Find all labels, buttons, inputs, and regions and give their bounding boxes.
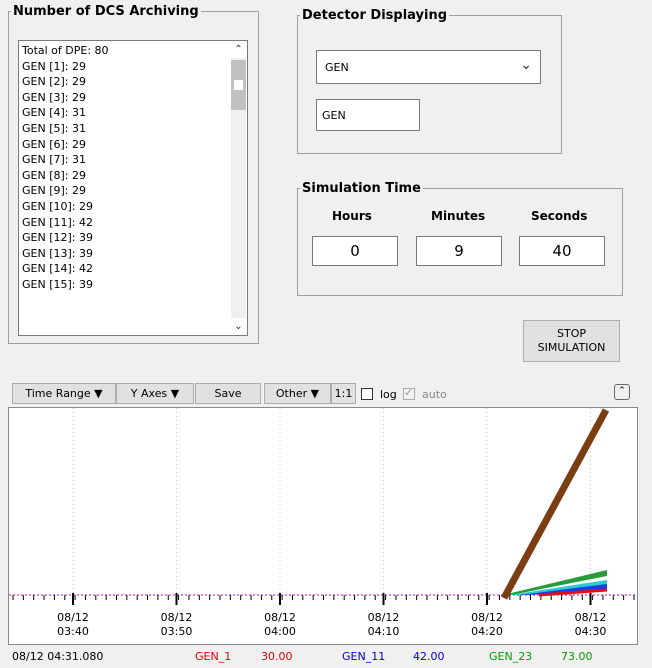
- dropdown-arrow-icon: ▼: [170, 387, 180, 400]
- detector-select[interactable]: GEN ⌄: [316, 50, 541, 84]
- chevron-down-icon[interactable]: ⌄: [520, 57, 532, 73]
- dpe-list-item[interactable]: GEN [10]: 29: [22, 199, 109, 215]
- log-checkbox[interactable]: [361, 388, 373, 400]
- hours-label: Hours: [332, 209, 372, 223]
- dpe-list-item[interactable]: GEN [15]: 39: [22, 277, 109, 293]
- dpe-list-item[interactable]: GEN [8]: 29: [22, 168, 109, 184]
- status-name-gen-11: GEN_11: [342, 650, 386, 663]
- dpe-list-item[interactable]: GEN [4]: 31: [22, 105, 109, 121]
- detector-text-field[interactable]: GEN: [316, 99, 420, 131]
- x-tick-time: 03:40: [57, 625, 89, 638]
- dpe-list-item[interactable]: GEN [11]: 42: [22, 215, 109, 231]
- scroll-up-icon[interactable]: ⌃: [230, 41, 247, 58]
- x-tick-time: 03:50: [161, 625, 193, 638]
- detector-text-value: GEN: [322, 109, 346, 122]
- dropdown-arrow-icon: ▼: [94, 387, 103, 400]
- one-to-one-button[interactable]: 1:1: [331, 383, 356, 404]
- status-name-gen-1: GEN_1: [195, 650, 232, 663]
- dpe-list-item[interactable]: GEN [13]: 39: [22, 246, 109, 262]
- trend-chart-svg: 08/1203:4008/1203:5008/1204:0008/1204:10…: [9, 408, 637, 638]
- archiving-title: Number of DCS Archiving: [13, 4, 199, 19]
- dpe-list-item[interactable]: GEN [14]: 42: [22, 261, 109, 277]
- dpe-list-item[interactable]: GEN [6]: 29: [22, 137, 109, 153]
- hours-field[interactable]: 0: [312, 236, 398, 266]
- minutes-label: Minutes: [431, 209, 486, 223]
- status-value-gen-23: 73.00: [561, 650, 593, 663]
- dpe-list-item[interactable]: GEN [5]: 31: [22, 121, 109, 137]
- collapse-toolbar-icon[interactable]: ⌃: [614, 384, 630, 400]
- dpe-items: Total of DPE: 80 GEN [1]: 29 GEN [2]: 29 GE…: [22, 43, 109, 293]
- dpe-list-item[interactable]: Total of DPE: 80: [22, 43, 109, 59]
- x-tick-date: 08/12: [161, 611, 193, 624]
- seconds-field[interactable]: 40: [519, 236, 605, 266]
- one-to-one-label: 1:1: [334, 387, 353, 400]
- status-value-gen-11: 42.00: [413, 650, 445, 663]
- status-value-gen-1: 30.00: [261, 650, 293, 663]
- x-tick-time: 04:00: [264, 625, 296, 638]
- other-button[interactable]: Other ▼: [264, 383, 331, 404]
- time-range-button[interactable]: Time Range ▼: [12, 383, 116, 404]
- save-button[interactable]: Save: [195, 383, 261, 404]
- time-range-label: Time Range: [25, 387, 91, 400]
- dpe-list-item[interactable]: GEN [1]: 29: [22, 59, 109, 75]
- dpe-list-scrollbar[interactable]: ⌃ ⌄: [230, 41, 247, 335]
- log-label: log: [380, 388, 397, 401]
- scroll-down-icon[interactable]: ⌄: [230, 318, 247, 335]
- dpe-list-item[interactable]: GEN [9]: 29: [22, 183, 109, 199]
- stop-simulation-button[interactable]: STOP SIMULATION: [523, 320, 620, 362]
- y-axes-button[interactable]: Y Axes ▼: [116, 383, 194, 404]
- status-bar: 08/12 04:31.080 GEN_1 30.00 GEN_11 42.00…: [8, 646, 638, 666]
- minutes-field[interactable]: 9: [416, 236, 502, 266]
- simulation-title: Simulation Time: [302, 181, 421, 196]
- status-name-gen-23: GEN_23: [489, 650, 533, 663]
- x-tick-date: 08/12: [575, 611, 607, 624]
- x-tick-time: 04:20: [471, 625, 503, 638]
- dpe-list-item[interactable]: GEN [12]: 39: [22, 230, 109, 246]
- x-tick-time: 04:30: [575, 625, 607, 638]
- save-label: Save: [214, 387, 242, 400]
- x-tick-date: 08/12: [264, 611, 296, 624]
- dpe-list-item[interactable]: GEN [2]: 29: [22, 74, 109, 90]
- x-tick-time: 04:10: [368, 625, 400, 638]
- auto-label: auto: [422, 388, 447, 401]
- cursor-time: 08/12 04:31.080: [12, 650, 104, 663]
- x-tick-date: 08/12: [57, 611, 89, 624]
- detector-select-value: GEN: [325, 61, 349, 74]
- stop-label-line2: SIMULATION: [537, 341, 606, 354]
- y-axes-label: Y Axes: [130, 387, 168, 400]
- dpe-list[interactable]: Total of DPE: 80 GEN [1]: 29 GEN [2]: 29 GE…: [18, 40, 248, 336]
- dropdown-arrow-icon: ▼: [310, 387, 320, 400]
- scroll-thumb[interactable]: [231, 60, 246, 110]
- dpe-list-item[interactable]: GEN [3]: 29: [22, 90, 109, 106]
- seconds-label: Seconds: [531, 209, 588, 223]
- auto-checkbox[interactable]: ✓: [403, 386, 415, 400]
- x-tick-date: 08/12: [471, 611, 503, 624]
- stop-label-line1: STOP: [557, 327, 586, 340]
- x-tick-date: 08/12: [368, 611, 400, 624]
- trend-chart[interactable]: 08/12 03:40 08/12 03:50 08/12 04:00 08/12 04:10…: [8, 407, 638, 645]
- checkmark-icon: ✓: [404, 386, 414, 399]
- detector-title: Detector Displaying: [302, 8, 448, 23]
- dpe-list-item[interactable]: GEN [7]: 31: [22, 152, 109, 168]
- other-label: Other: [275, 387, 308, 400]
